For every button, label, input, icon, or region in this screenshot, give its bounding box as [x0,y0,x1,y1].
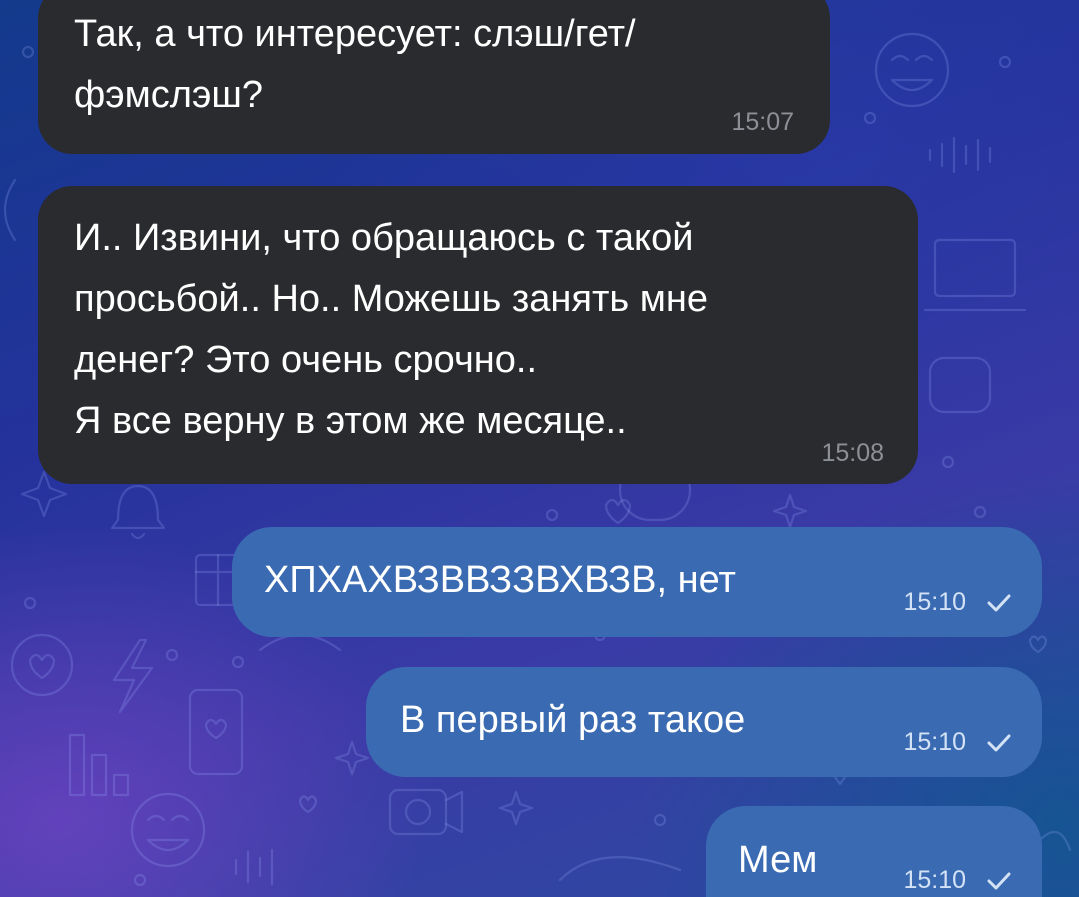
message-time: 15:10 [903,588,966,616]
message-text-line: просьбой.. Но.. Можешь занять мне [74,278,708,320]
heart-icon [298,795,318,814]
lightning-icon [112,638,154,714]
sparkle-icon [772,493,808,529]
laptop-icon [923,238,1027,312]
sparkle-icon [498,790,534,826]
message-text-line: ХПХАХВЗВВЗЗВХВЗВ, нет [264,559,736,601]
incoming-message[interactable]: И.. Извини, что обращаюсь с такой просьб… [38,186,918,484]
single-check-icon [987,734,1011,752]
message-time: 15:07 [731,108,794,136]
phone-icon [188,688,244,776]
heart-icon [604,498,632,525]
bell-icon [110,484,166,540]
heart-icon [1028,635,1048,654]
message-text-line: В первый раз такое [400,699,746,741]
incoming-message[interactable]: Так, а что интересует: слэш/гет/ фэмслэш… [38,0,830,154]
message-time: 15:10 [903,866,966,894]
sparkle-icon [334,740,370,776]
message-text-line: И.. Извини, что обращаюсь с такой [74,217,694,259]
message-text-line: денег? Это очень срочно.. [74,339,537,381]
heart-icon [10,633,74,697]
single-check-icon [987,872,1011,890]
outgoing-message[interactable]: ХПХАХВЗВВЗЗВХВЗВ, нет 15:10 [232,527,1042,637]
camera-icon [388,788,464,836]
message-text-line: Мем [738,839,818,881]
message-text-line: Я все верну в этом же месяце.. [74,400,627,442]
outgoing-message[interactable]: В первый раз такое 15:10 [366,667,1042,777]
laughing-emoji-icon [874,32,950,108]
message-time: 15:10 [903,728,966,756]
message-text-line: Так, а что интересует: слэш/гет/ [74,13,636,55]
single-check-icon [987,594,1011,612]
message-text-line: фэмслэш? [74,74,263,116]
outgoing-message[interactable]: Мем 15:10 [706,806,1042,897]
bar-chart-icon [68,733,130,797]
laughing-emoji-icon [130,792,206,868]
message-time: 15:08 [821,439,884,467]
